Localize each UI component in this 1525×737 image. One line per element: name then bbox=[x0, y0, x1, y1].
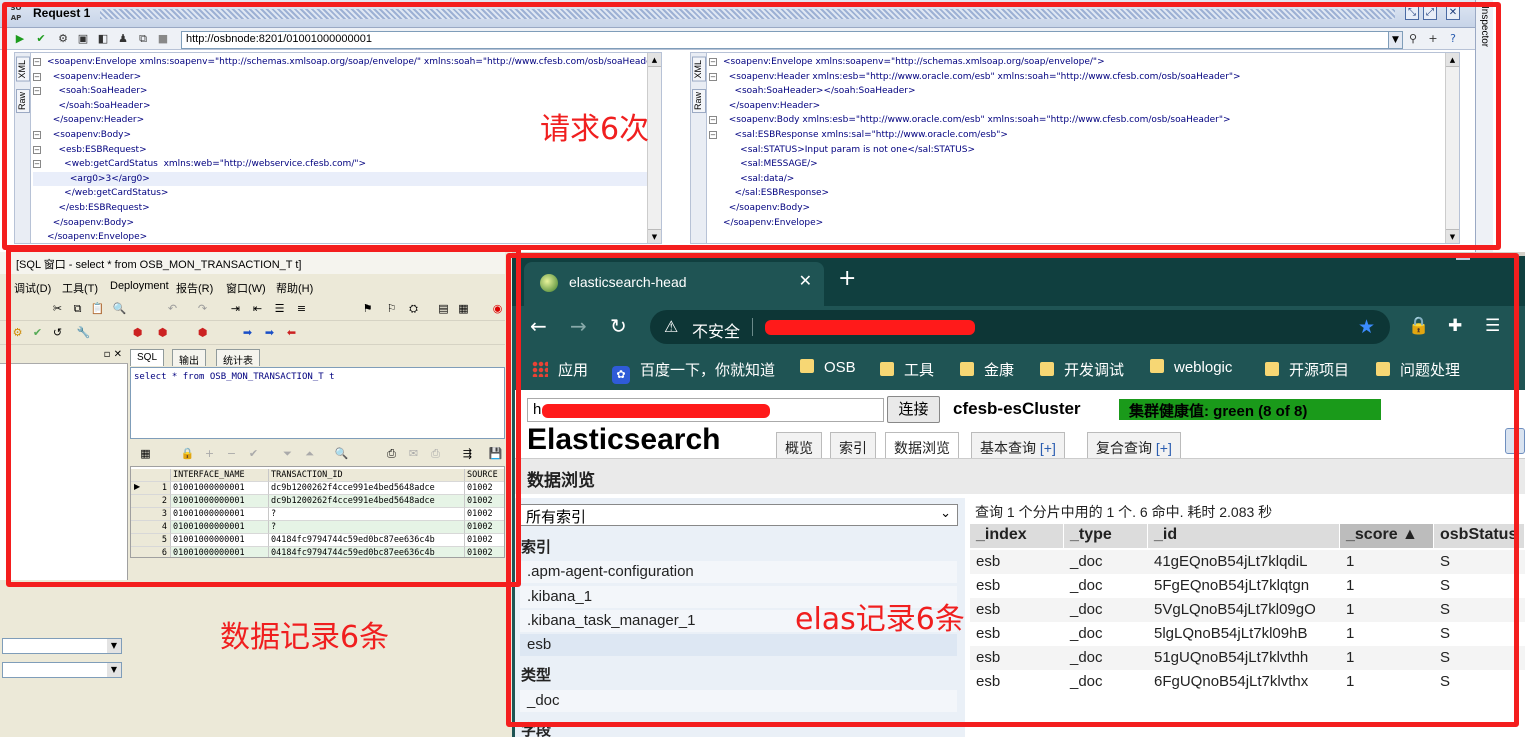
annotation-box-plsql bbox=[6, 247, 521, 587]
annotation-box-soapui bbox=[2, 2, 1501, 250]
annotation-box-es bbox=[506, 253, 1519, 727]
plsql-lower-panel: ▼ ▼ bbox=[0, 580, 128, 737]
object-type-combo[interactable]: ▼ bbox=[2, 638, 122, 654]
object-filter-combo[interactable]: ▼ bbox=[2, 662, 122, 678]
annotation-es-records: elas记录6条 bbox=[795, 602, 965, 637]
desktop-root: SO AP Request 1 ⤡ ⤢ ✕ ▶ ✔ ⚙ ▣ ◧ ♟ ⧉ ■ ⚲ … bbox=[0, 0, 1525, 737]
annotation-db-records: 数据记录6条 bbox=[220, 620, 390, 655]
annotation-requests: 请求6次 bbox=[540, 112, 650, 147]
